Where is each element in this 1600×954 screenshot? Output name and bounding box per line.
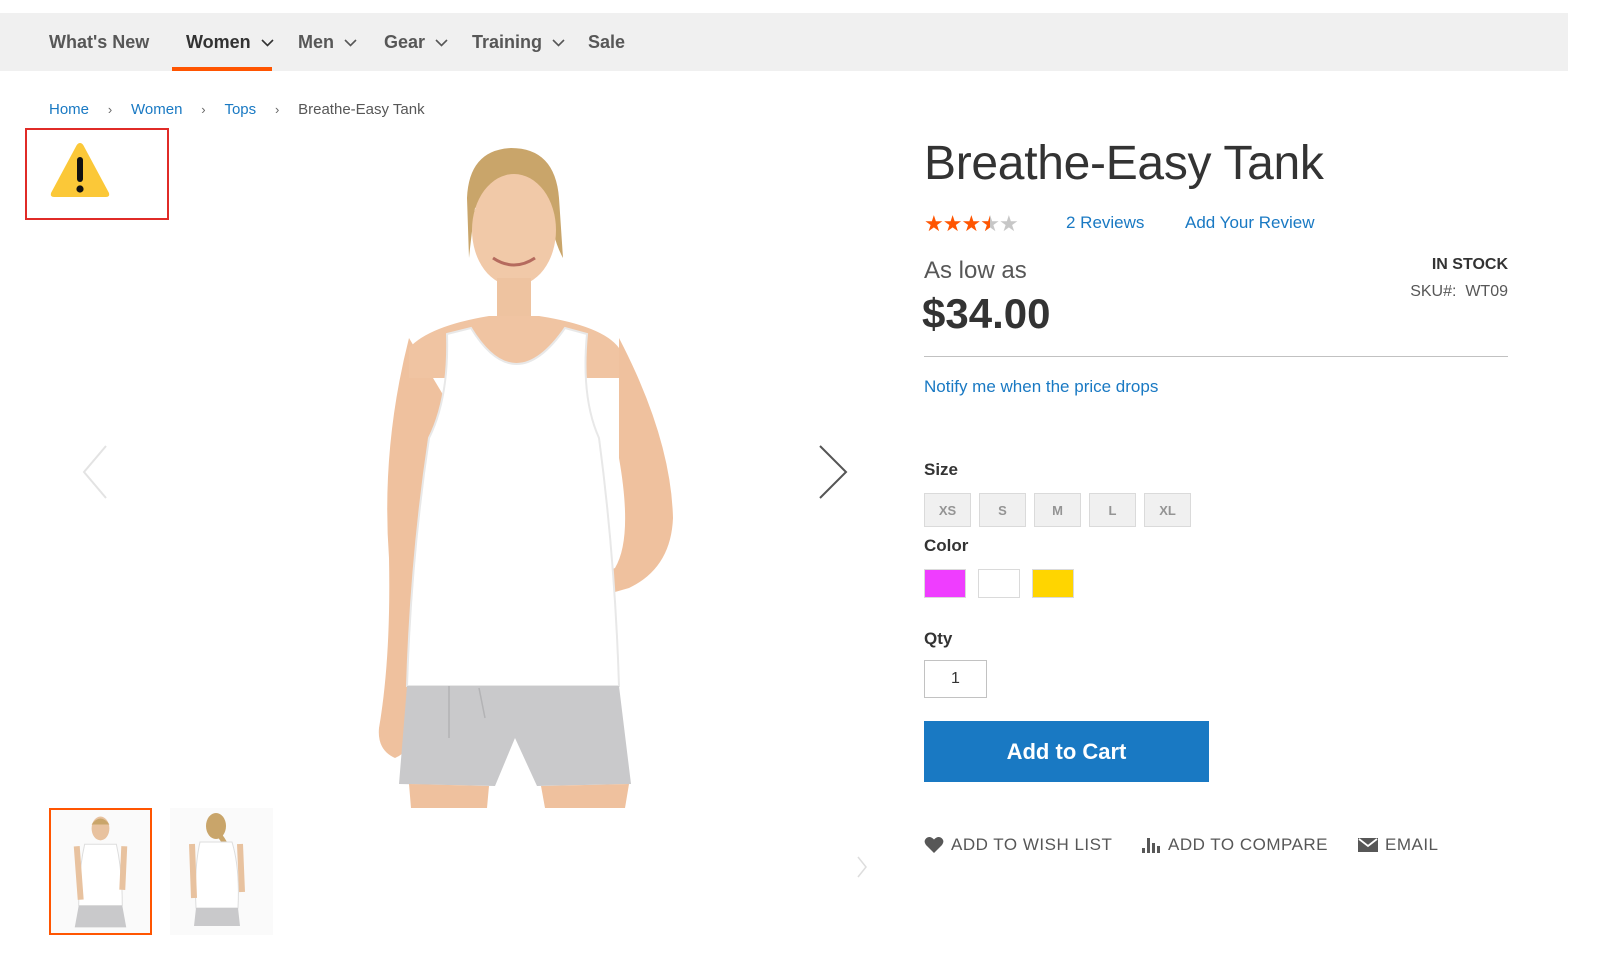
size-options: XS S M L XL	[924, 493, 1199, 527]
color-swatch-white[interactable]	[978, 569, 1020, 598]
compare-icon	[1142, 838, 1160, 853]
add-to-wishlist-link[interactable]: ADD TO WISH LIST	[924, 835, 1112, 855]
qty-input[interactable]	[924, 660, 987, 698]
qty-label: Qty	[924, 629, 953, 648]
chevron-right-icon[interactable]	[856, 855, 868, 879]
size-option-xs[interactable]: XS	[924, 493, 971, 527]
star-icon: ★	[942, 211, 963, 236]
thumbnail-front[interactable]	[49, 808, 152, 935]
product-gallery	[49, 138, 869, 808]
chevron-left-icon[interactable]	[80, 442, 110, 502]
breadcrumb-home[interactable]: Home	[49, 101, 89, 118]
color-options	[924, 569, 1086, 598]
size-option-s[interactable]: S	[979, 493, 1026, 527]
chevron-down-icon	[261, 38, 274, 47]
price-prefix: As low as	[924, 257, 1027, 284]
half-star-icon: ★★	[980, 211, 1000, 236]
thumbnail-front-image	[73, 816, 128, 928]
rating-stars: ★ ★ ★ ★★ ★	[924, 211, 1019, 236]
sku-value: WT09	[1465, 283, 1508, 300]
nav-item-sale[interactable]: Sale	[588, 13, 625, 71]
envelope-icon	[1358, 838, 1378, 852]
chevron-right-icon: ›	[274, 102, 280, 117]
star-icon: ★	[998, 211, 1019, 236]
heart-icon	[924, 837, 944, 853]
chevron-right-icon: ›	[107, 102, 113, 117]
sku-label: SKU#:	[1410, 283, 1457, 300]
chevron-down-icon	[435, 38, 448, 47]
thumbnail-back[interactable]	[170, 808, 273, 935]
nav-item-training[interactable]: Training	[472, 13, 565, 71]
active-nav-underline	[172, 67, 272, 71]
add-to-cart-button[interactable]: Add to Cart	[924, 721, 1209, 782]
size-option-l[interactable]: L	[1089, 493, 1136, 527]
reviews-link[interactable]: 2 Reviews	[1066, 213, 1144, 233]
size-option-xl[interactable]: XL	[1144, 493, 1191, 527]
divider	[924, 356, 1508, 357]
sku: SKU#: WT09	[1360, 283, 1508, 301]
add-to-compare-link[interactable]: ADD TO COMPARE	[1142, 835, 1328, 855]
nav-item-men[interactable]: Men	[298, 13, 357, 71]
add-review-link[interactable]: Add Your Review	[1185, 213, 1314, 233]
breadcrumb: Home › Women › Tops › Breathe-Easy Tank	[49, 101, 425, 118]
stock-status: IN STOCK	[1431, 256, 1508, 273]
size-label: Size	[924, 460, 959, 479]
thumbnail-back-image	[189, 813, 245, 926]
size-option-m[interactable]: M	[1034, 493, 1081, 527]
product-price: $34.00	[922, 290, 1051, 337]
breadcrumb-women[interactable]: Women	[131, 101, 182, 118]
email-link[interactable]: EMAIL	[1358, 835, 1439, 855]
color-swatch-yellow[interactable]	[1032, 569, 1074, 598]
product-title: Breathe-Easy Tank	[924, 137, 1324, 190]
star-icon: ★	[961, 211, 981, 236]
color-swatch-purple[interactable]	[924, 569, 966, 598]
chevron-right-icon: ›	[201, 102, 206, 117]
nav-item-whats-new[interactable]: What's New	[49, 13, 149, 71]
chevron-down-icon	[552, 38, 565, 47]
star-icon: ★	[924, 211, 944, 236]
breadcrumb-current: Breathe-Easy Tank	[298, 101, 425, 118]
color-label: Color	[924, 536, 969, 555]
top-nav: What's New Women Men Gear Training Sale	[0, 13, 1568, 71]
breadcrumb-tops[interactable]: Tops	[224, 101, 256, 118]
nav-item-women[interactable]: Women	[186, 13, 274, 71]
chevron-right-icon[interactable]	[816, 442, 850, 502]
main-product-image[interactable]	[319, 138, 759, 808]
nav-item-gear[interactable]: Gear	[384, 13, 448, 71]
price-alert-link[interactable]: Notify me when the price drops	[924, 377, 1158, 397]
chevron-down-icon	[344, 38, 357, 47]
